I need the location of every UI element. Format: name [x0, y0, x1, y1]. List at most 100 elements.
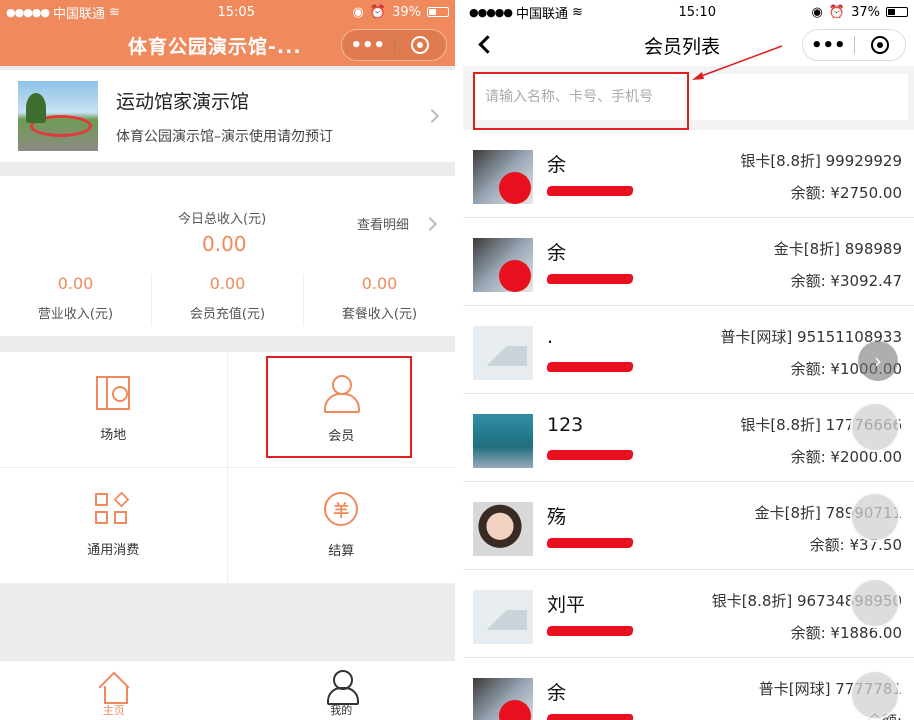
balance-label: 余额: [790, 272, 826, 290]
grid-item-consume[interactable]: 通用消费 [0, 468, 228, 584]
wifi-icon: ≋ [572, 4, 583, 20]
tab-home[interactable]: 主页 [0, 661, 228, 720]
avatar [473, 590, 533, 644]
lock-rotation-icon: ◉ [352, 4, 364, 20]
clock: 15:05 [217, 4, 255, 20]
close-icon[interactable] [395, 36, 447, 54]
mini-program-capsule: ••• [341, 29, 447, 61]
clock: 15:10 [678, 4, 716, 20]
redacted-phone [546, 450, 634, 460]
redacted-phone [546, 626, 634, 636]
function-grid: 场地 会员 通用消费 羊 结算 [0, 352, 455, 584]
income-value: 0.00 [209, 274, 246, 293]
tab-profile[interactable]: 我的 [228, 661, 456, 720]
grid-item-label: 结算 [328, 544, 355, 559]
carrier-label: 中国联通 [516, 6, 569, 22]
grid-item-venue[interactable]: 场地 [0, 352, 228, 468]
member-row[interactable]: 余 银卡[8.8折] 99929929 余额: ¥2750.00 [463, 130, 914, 218]
redacted-phone [546, 362, 634, 372]
income-total-value: 0.00 [202, 232, 247, 256]
status-bar: ●●●●● 中国联通 ≋ 15:10 ◉ ⏰ 37% [463, 0, 914, 24]
grid-item-label: 通用消费 [87, 543, 140, 558]
home-screen: ●●●●● 中国联通 ≋ 15:05 ◉ ⏰ 39% 体育公园演示馆-... •… [0, 0, 455, 720]
member-list: 余 银卡[8.8折] 99929929 余额: ¥2750.00 余 金卡[8折… [463, 130, 914, 720]
income-business: 0.00 营业收入(元) [0, 274, 152, 326]
avatar [473, 414, 533, 468]
member-card: 金卡[8折] 898989 [773, 240, 902, 258]
income-value: 0.00 [361, 274, 398, 293]
chevron-right-icon [424, 108, 440, 124]
income-name: 营业收入(元) [37, 307, 114, 322]
profile-icon [325, 670, 360, 705]
redacted-phone [546, 186, 634, 196]
avatar [473, 678, 533, 720]
status-bar: ●●●●● 中国联通 ≋ 15:05 ◉ ⏰ 39% [0, 0, 455, 24]
tab-label: 主页 [102, 704, 125, 717]
chevron-right-icon [422, 216, 438, 232]
venue-card[interactable]: 运动馆家演示馆 体育公园演示馆–演示使用请勿预订 [0, 70, 455, 162]
carrier-label: 中国联通 [53, 6, 106, 22]
member-row[interactable]: 余 普卡[网球] 7777781 余额: [463, 658, 914, 720]
member-row[interactable]: 殇 金卡[8折] 78990711 余额: ¥37.50 [463, 482, 914, 570]
close-icon[interactable] [855, 36, 906, 54]
member-row[interactable]: . 普卡[网球] 95151108933 余额: ¥1000.00 [463, 306, 914, 394]
highlight-box [473, 72, 689, 130]
income-package: 0.00 套餐收入(元) [304, 274, 455, 326]
stamp-icon [850, 402, 900, 452]
settle-icon: 羊 [324, 492, 359, 526]
wifi-icon: ≋ [109, 4, 120, 20]
income-panel: 今日总收入(元) 0.00 查看明细 0.00 营业收入(元) 0.00 会员充… [0, 176, 455, 336]
alarm-icon: ⏰ [369, 4, 387, 20]
balance-label: 余额: [790, 624, 826, 642]
highlight-box [266, 356, 412, 458]
income-name: 套餐收入(元) [341, 307, 418, 322]
chevron-right-icon[interactable]: › [858, 341, 898, 381]
avatar [473, 326, 533, 380]
redacted-phone [546, 274, 634, 284]
member-row[interactable]: 123 银卡[8.8折] 17776666 余额: ¥2000.00 [463, 394, 914, 482]
redacted-phone [546, 538, 634, 548]
signal-icon: ●●●●● [469, 5, 513, 19]
consume-icon [95, 491, 131, 525]
more-icon[interactable]: ••• [803, 35, 854, 56]
home-icon [98, 674, 130, 704]
income-total-label: 今日总收入(元) [178, 212, 267, 227]
tab-bar: 主页 我的 [0, 660, 455, 720]
battery-percent: 39% [392, 4, 421, 20]
venue-thumbnail [18, 81, 98, 151]
more-icon[interactable]: ••• [342, 35, 394, 56]
nav-bar: 体育公园演示馆-... ••• [0, 24, 455, 66]
balance-label: 余额: [809, 536, 845, 554]
venue-description: 体育公园演示馆–演示使用请勿预订 [116, 128, 333, 145]
balance-value: ¥2750.00 [830, 184, 902, 202]
income-value: 0.00 [57, 274, 94, 293]
battery-icon [426, 7, 449, 17]
balance-label: 余额: [790, 448, 826, 466]
redacted-phone [546, 714, 634, 720]
balance-label: 余额: [790, 360, 826, 378]
back-icon[interactable] [478, 35, 497, 54]
mini-program-capsule: ••• [802, 29, 906, 61]
member-list-screen: ●●●●● 中国联通 ≋ 15:10 ◉ ⏰ 37% 会员列表 ••• 余 [463, 0, 914, 720]
signal-icon: ●●●●● [6, 5, 50, 19]
page-title: 体育公园演示馆-... [128, 36, 302, 58]
income-name: 会员充值(元) [189, 307, 266, 322]
grid-item-settle[interactable]: 羊 结算 [227, 468, 455, 584]
avatar [473, 238, 533, 292]
balance-value: ¥3092.47 [830, 272, 902, 290]
view-details-link[interactable]: 查看明细 [357, 214, 409, 233]
stamp-icon [850, 578, 900, 628]
venue-name: 运动馆家演示馆 [116, 90, 250, 113]
grid-item-label: 场地 [100, 428, 127, 443]
venue-icon [96, 376, 131, 410]
annotation-arrow [692, 45, 783, 80]
member-row[interactable]: 余 金卡[8折] 898989 余额: ¥3092.47 [463, 218, 914, 306]
member-row[interactable]: 刘平 银卡[8.8折] 96734898950 余额: ¥1886.00 [463, 570, 914, 658]
member-card: 银卡[8.8折] 99929929 [740, 152, 902, 170]
lock-rotation-icon: ◉ [811, 4, 823, 20]
balance-label: 余额: [790, 184, 826, 202]
avatar [473, 502, 533, 556]
battery-icon [885, 7, 908, 17]
battery-percent: 37% [851, 4, 880, 20]
avatar [473, 150, 533, 204]
